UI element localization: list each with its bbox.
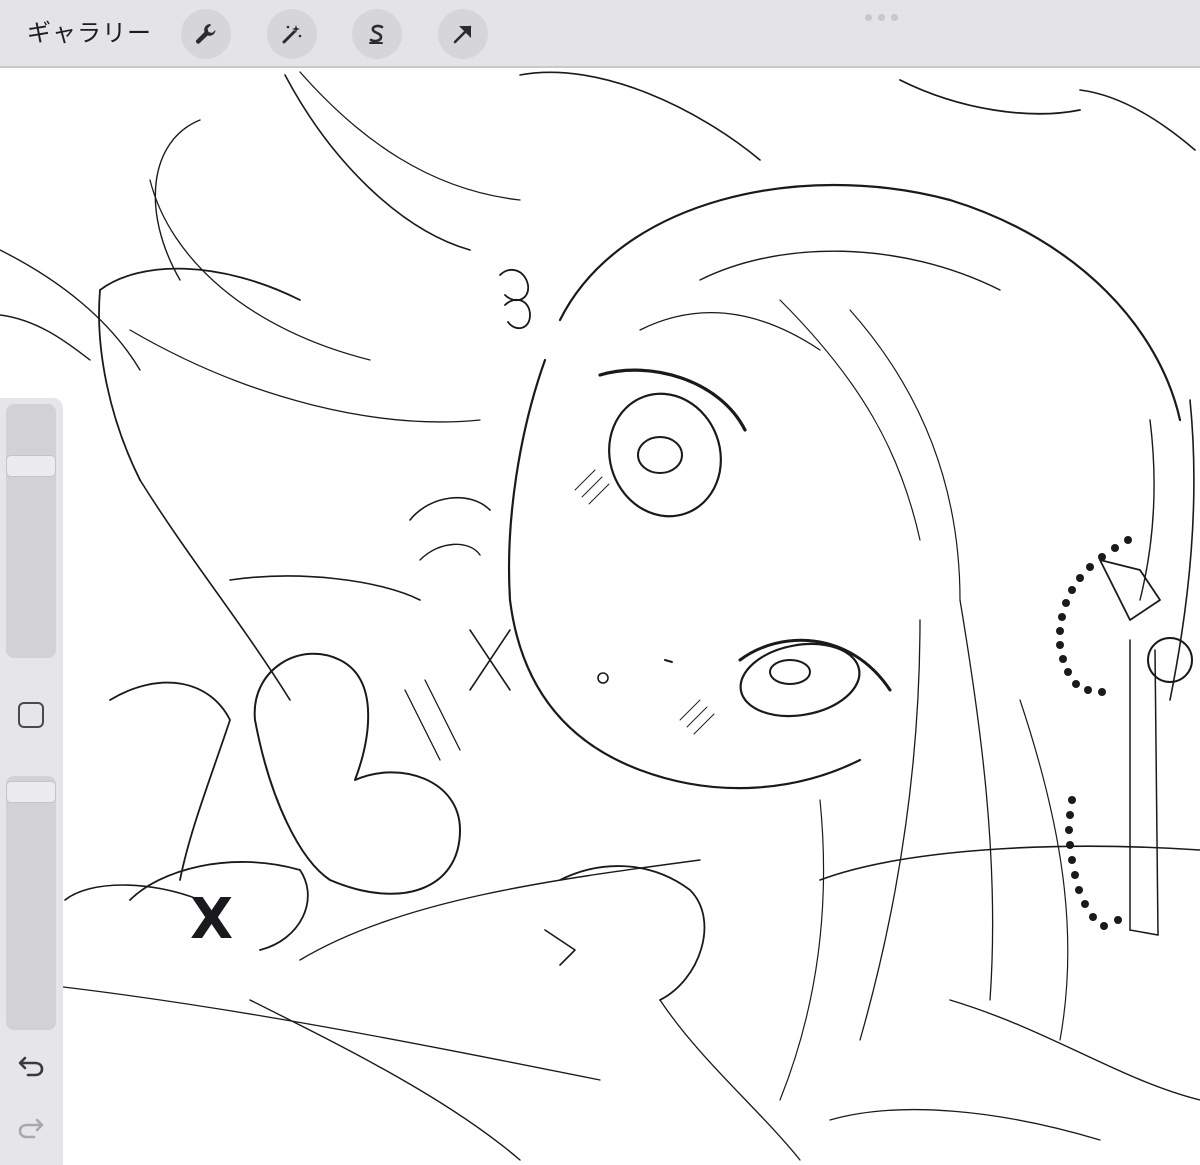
handle-dot [865, 14, 872, 21]
more-handle[interactable] [865, 14, 898, 21]
arrow-icon [453, 25, 472, 44]
opacity-thumb[interactable] [6, 780, 56, 803]
left-sidebar [0, 398, 63, 1165]
actions-button[interactable] [181, 9, 231, 59]
adjustments-button[interactable] [267, 9, 317, 59]
wrench-icon [195, 24, 216, 44]
undo-icon[interactable] [16, 1051, 46, 1081]
redo-icon[interactable] [16, 1113, 46, 1143]
selection-button[interactable] [352, 9, 402, 59]
opacity-slider[interactable] [6, 776, 56, 1030]
line-art-drawing: X [0, 71, 1200, 1161]
drawing-canvas[interactable]: X [0, 68, 1200, 1165]
x-mark: X [190, 887, 233, 952]
handle-dot [878, 14, 885, 21]
transform-button[interactable] [438, 9, 488, 59]
gallery-button[interactable]: ギャラリー [27, 16, 152, 50]
top-toolbar: ギャラリー [0, 0, 1200, 68]
magic-wand-icon [282, 25, 302, 44]
square-icon[interactable] [18, 702, 44, 728]
brush-size-slider[interactable] [6, 404, 56, 658]
handle-dot [891, 14, 898, 21]
brush-size-thumb[interactable] [6, 455, 56, 478]
selection-s-icon [369, 24, 384, 44]
